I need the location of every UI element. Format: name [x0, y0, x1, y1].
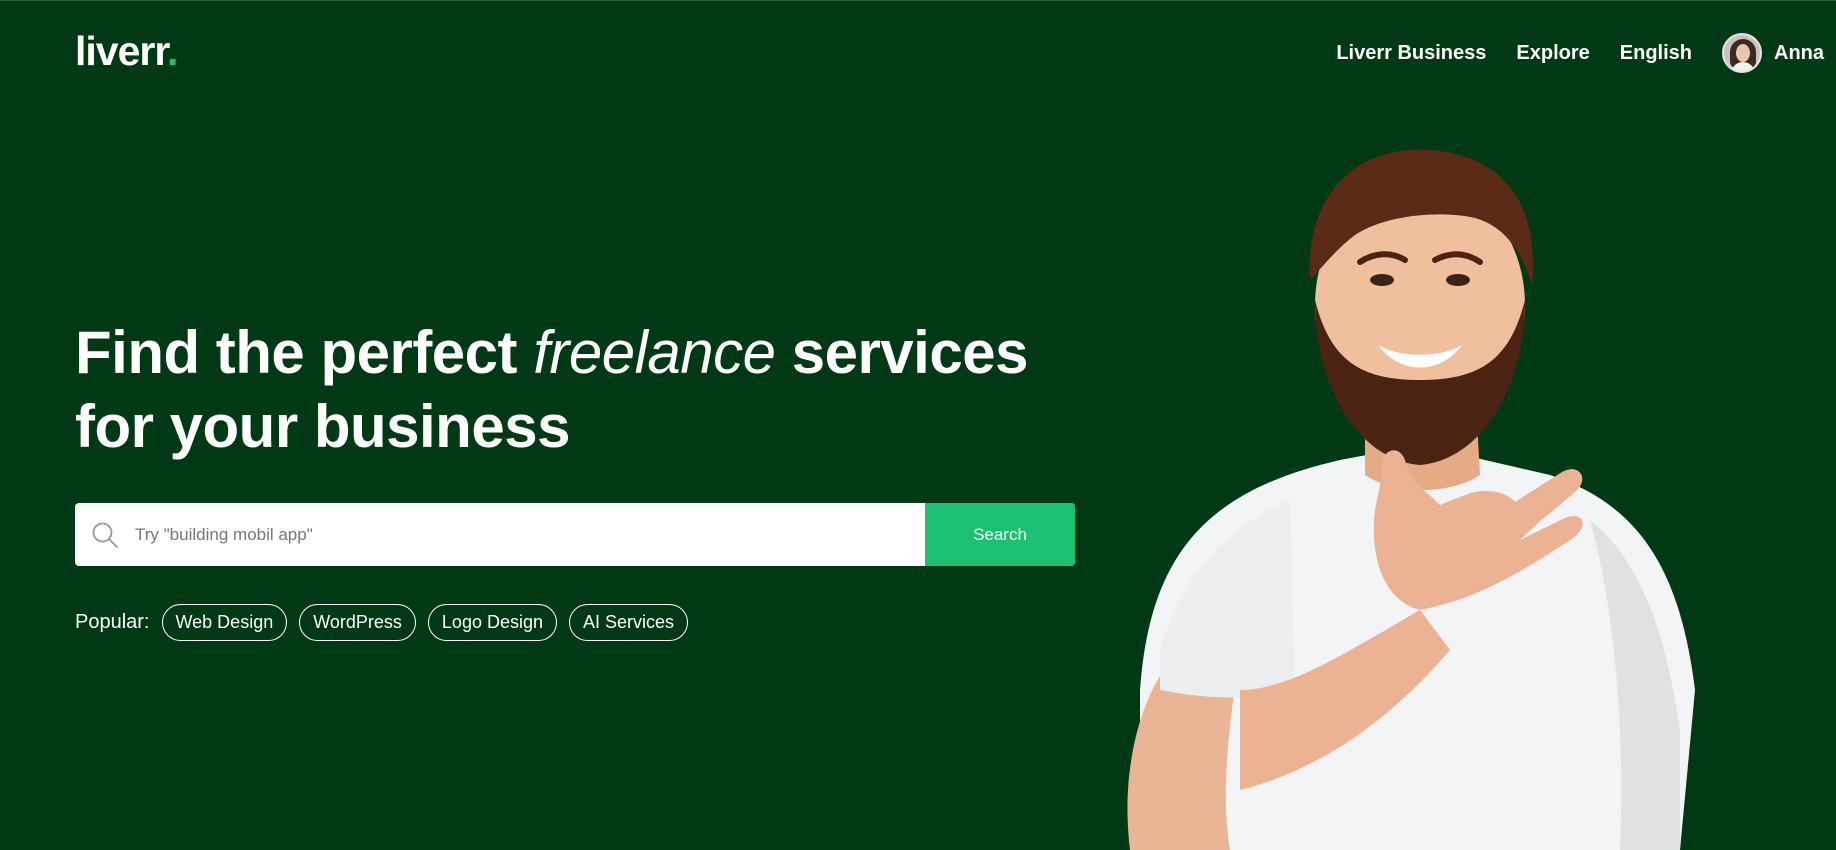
nav-link-liverr-business[interactable]: Liverr Business [1336, 42, 1486, 65]
headline-line2: for your business [75, 393, 570, 460]
search-bar: Search [75, 503, 1075, 566]
search-icon [75, 503, 135, 566]
tag-ai-services[interactable]: AI Services [569, 604, 689, 641]
search-button[interactable]: Search [925, 503, 1075, 566]
hero-headline: Find the perfect freelance services for y… [75, 316, 1075, 464]
headline-part2: services [775, 319, 1029, 386]
popular-label: Popular: [75, 611, 150, 633]
avatar-face [1736, 44, 1750, 62]
user-menu[interactable]: Anna [1722, 33, 1824, 73]
left-eye [1370, 274, 1394, 286]
user-name: Anna [1774, 41, 1824, 64]
logo-text: liverr [75, 28, 168, 74]
popular-tags: Popular: Web Design WordPress Logo Desig… [75, 604, 700, 641]
logo[interactable]: liverr. [75, 26, 178, 76]
tag-wordpress[interactable]: WordPress [299, 604, 416, 641]
headline-part1: Find the perfect [75, 319, 534, 386]
avatar[interactable] [1722, 33, 1762, 73]
logo-dot: . [167, 28, 178, 74]
tag-web-design[interactable]: Web Design [161, 604, 288, 641]
headline-italic: freelance [533, 319, 776, 386]
right-eye [1446, 274, 1470, 286]
hero-illustration [1127, 149, 1695, 850]
tag-logo-design[interactable]: Logo Design [427, 604, 557, 641]
top-nav: Liverr Business Explore English Anna [1306, 30, 1824, 76]
search-input[interactable] [135, 503, 925, 566]
nav-link-language[interactable]: English [1620, 42, 1692, 65]
nav-link-explore[interactable]: Explore [1516, 42, 1589, 65]
top-border [0, 0, 1836, 1]
